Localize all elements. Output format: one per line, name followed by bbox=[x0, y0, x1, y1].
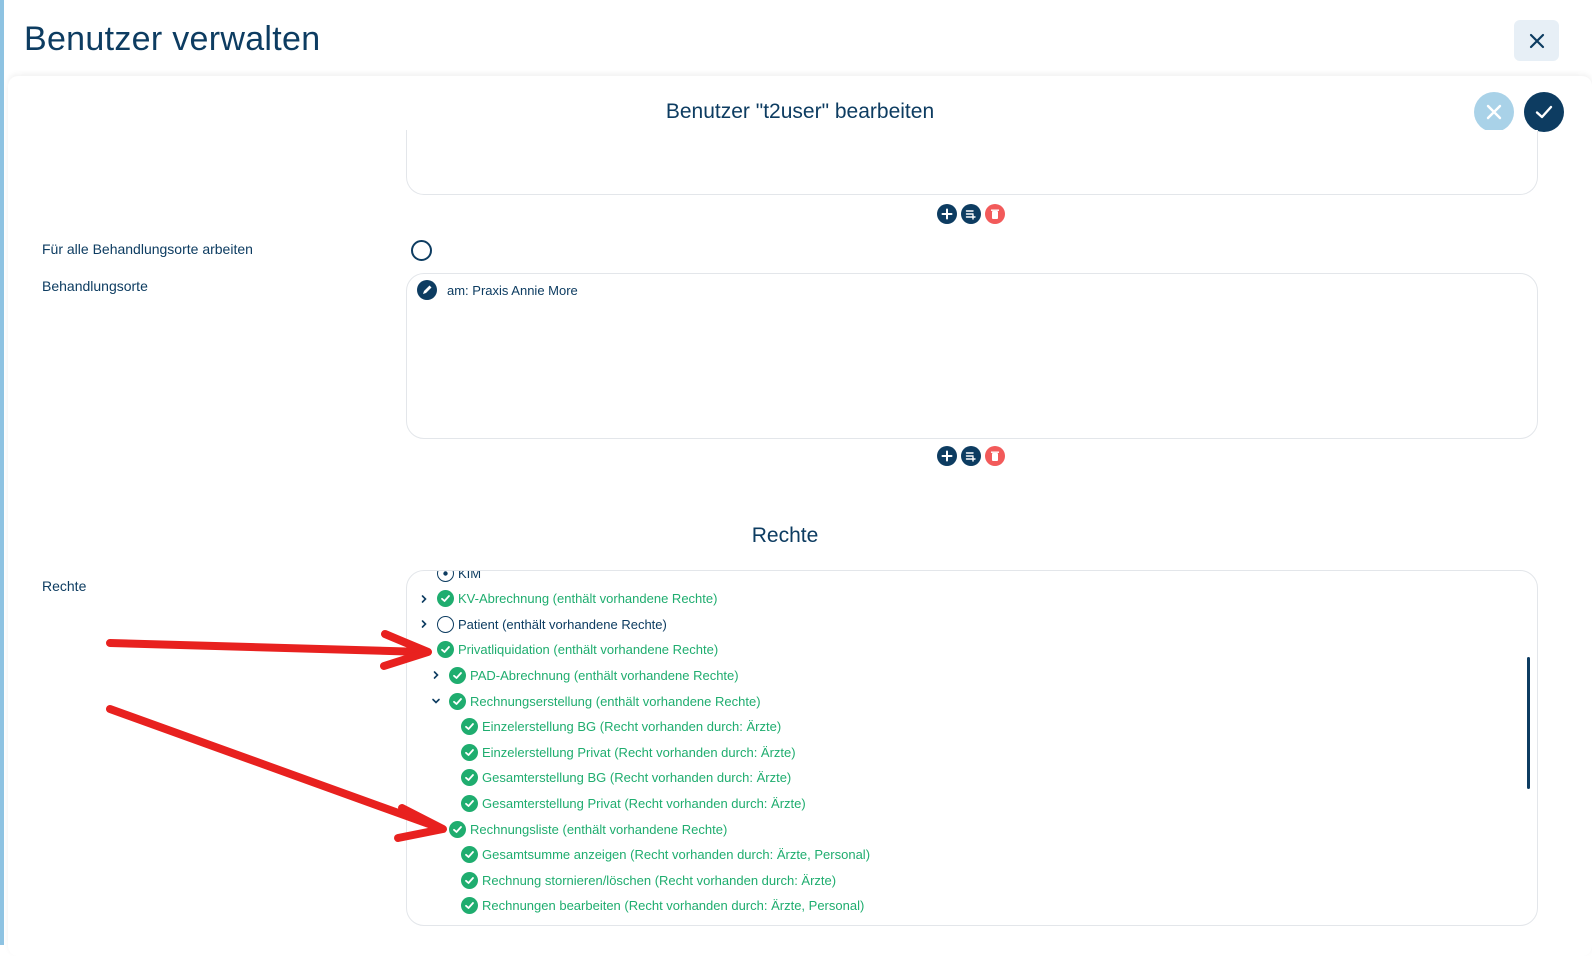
rights-tree-row[interactable]: Rechnungen bearbeiten (Recht vorhanden d… bbox=[441, 895, 864, 917]
check-circle-icon[interactable] bbox=[449, 666, 466, 684]
trash-icon bbox=[991, 209, 999, 219]
check-circle-icon[interactable] bbox=[449, 692, 466, 710]
chevron-right-icon[interactable] bbox=[417, 592, 431, 606]
rights-tree-row[interactable]: KIM bbox=[417, 570, 482, 584]
rights-tree-row[interactable]: PAD-Abrechnung (enthält vorhandene Recht… bbox=[429, 664, 739, 686]
rights-tree-label: Privatliquidation (enthält vorhandene Re… bbox=[458, 642, 719, 658]
rights-tree-label: KV-Abrechnung (enthält vorhandene Rechte… bbox=[458, 591, 718, 607]
left-accent-bar bbox=[0, 0, 4, 945]
chevron-down-icon[interactable] bbox=[429, 694, 443, 708]
plus-icon bbox=[941, 208, 953, 220]
rights-tree-row[interactable]: Gesamtsumme anzeigen (Recht vorhanden du… bbox=[441, 844, 870, 866]
rights-tree-row[interactable]: Patient (enthält vorhandene Rechte) bbox=[417, 613, 667, 635]
playlist-add-icon bbox=[965, 452, 976, 462]
check-circle-icon[interactable] bbox=[461, 743, 478, 761]
save-button[interactable] bbox=[1524, 92, 1564, 132]
rights-tree-row[interactable]: Gesamterstellung BG (Recht vorhanden dur… bbox=[441, 767, 791, 789]
rights-tree-row[interactable]: KV-Abrechnung (enthält vorhandene Rechte… bbox=[417, 588, 717, 610]
rights-tree-label: Rechnungserstellung (enthält vorhandene … bbox=[470, 693, 761, 709]
top-list-actions bbox=[937, 204, 1005, 224]
check-circle-icon[interactable] bbox=[461, 897, 478, 915]
trash-icon bbox=[991, 451, 999, 461]
rights-tree-label: Gesamtsumme anzeigen (Recht vorhanden du… bbox=[482, 847, 871, 863]
check-circle-icon[interactable] bbox=[449, 820, 466, 838]
add-list-button[interactable] bbox=[961, 204, 981, 224]
rights-tree-row[interactable]: Rechnung stornieren/löschen (Recht vorha… bbox=[441, 869, 836, 891]
plus-icon bbox=[941, 450, 953, 462]
chevron-right-icon[interactable] bbox=[429, 668, 443, 682]
check-circle-icon[interactable] bbox=[437, 641, 454, 659]
chevron-right-icon[interactable] bbox=[417, 617, 431, 631]
locations-label: Behandlungsorte bbox=[42, 278, 148, 294]
top-list-box[interactable] bbox=[406, 130, 1538, 195]
rights-tree-label: Rechnung stornieren/löschen (Recht vorha… bbox=[482, 872, 837, 888]
rights-scrollbar[interactable] bbox=[1527, 657, 1530, 789]
rights-tree-label: Einzelerstellung BG (Recht vorhanden dur… bbox=[482, 719, 782, 735]
location-item-label: am: Praxis Annie More bbox=[447, 282, 578, 298]
empty-circle-icon[interactable] bbox=[437, 571, 454, 582]
chevron-down-icon[interactable] bbox=[417, 643, 431, 657]
add-button[interactable] bbox=[937, 204, 957, 224]
delete-button[interactable] bbox=[985, 204, 1005, 224]
rights-tree-row[interactable]: Einzelerstellung Privat (Recht vorhanden… bbox=[441, 741, 796, 763]
rights-tree-label: Einzelerstellung Privat (Recht vorhanden… bbox=[482, 744, 796, 760]
check-circle-icon[interactable] bbox=[461, 846, 478, 864]
form-title: Benutzer "t2user" bearbeiten bbox=[665, 100, 935, 123]
check-circle-icon[interactable] bbox=[437, 590, 454, 608]
check-circle-icon[interactable] bbox=[461, 871, 478, 889]
rights-tree-row[interactable]: Gesamterstellung Privat (Recht vorhanden… bbox=[441, 792, 806, 814]
add-location-list-button[interactable] bbox=[961, 446, 981, 466]
all-locations-radio[interactable] bbox=[411, 240, 432, 261]
rights-tree-label: Gesamterstellung BG (Recht vorhanden dur… bbox=[482, 770, 792, 786]
locations-actions bbox=[937, 446, 1005, 466]
rights-tree-label: Rechnungsliste (enthält vorhandene Recht… bbox=[470, 821, 728, 837]
pencil-icon[interactable] bbox=[417, 280, 437, 300]
rights-label: Rechte bbox=[42, 578, 87, 594]
rights-tree-label: Patient (enthält vorhandene Rechte) bbox=[458, 616, 667, 632]
check-icon bbox=[1535, 105, 1553, 119]
cancel-button[interactable] bbox=[1474, 92, 1514, 132]
check-circle-icon[interactable] bbox=[461, 794, 478, 812]
close-icon bbox=[1529, 33, 1544, 48]
location-item[interactable]: am: Praxis Annie More bbox=[417, 280, 578, 300]
close-button[interactable] bbox=[1514, 20, 1559, 61]
rights-tree-label: KIM bbox=[458, 570, 482, 581]
rights-tree-label: PAD-Abrechnung (enthält vorhandene Recht… bbox=[470, 667, 739, 683]
delete-location-button[interactable] bbox=[985, 446, 1005, 466]
playlist-add-icon bbox=[965, 210, 976, 220]
all-locations-label: Für alle Behandlungsorte arbeiten bbox=[42, 241, 253, 257]
rights-tree-row[interactable]: Privatliquidation (enthält vorhandene Re… bbox=[417, 639, 718, 661]
check-circle-icon[interactable] bbox=[461, 718, 478, 736]
rights-tree: KIM KV-Abrechnung (enthält vorhandene Rec… bbox=[406, 570, 1538, 926]
locations-box: am: Praxis Annie More bbox=[406, 273, 1538, 439]
check-circle-icon[interactable] bbox=[461, 769, 478, 787]
rights-tree-label: Gesamterstellung Privat (Recht vorhanden… bbox=[482, 795, 806, 811]
x-icon bbox=[1486, 104, 1502, 120]
edit-user-panel: Benutzer "t2user" bearbeiten Für alle Be… bbox=[8, 76, 1592, 956]
page-title: Benutzer verwalten bbox=[24, 20, 321, 58]
rights-tree-row[interactable]: Einzelerstellung BG (Recht vorhanden dur… bbox=[441, 716, 781, 738]
rights-section-title: Rechte bbox=[751, 524, 819, 547]
add-location-button[interactable] bbox=[937, 446, 957, 466]
rights-tree-label: Rechnungen bearbeiten (Recht vorhanden d… bbox=[482, 898, 865, 914]
empty-circle-icon[interactable] bbox=[437, 615, 454, 633]
rights-tree-row[interactable]: Rechnungserstellung (enthält vorhandene … bbox=[429, 690, 761, 712]
rights-tree-row[interactable]: Rechnungsliste (enthält vorhandene Recht… bbox=[429, 818, 727, 840]
